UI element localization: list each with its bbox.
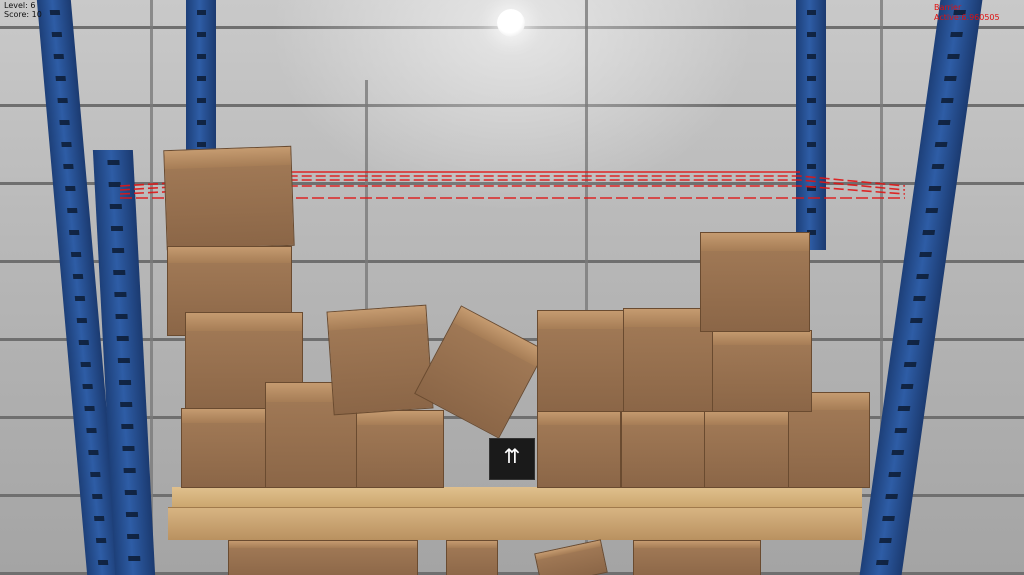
- cardboard-box[interactable]: [704, 410, 790, 488]
- cardboard-box[interactable]: [163, 145, 295, 251]
- shelf-surface: [172, 487, 862, 509]
- cardboard-box[interactable]: [181, 408, 269, 488]
- cardboard-box[interactable]: [356, 410, 444, 488]
- cardboard-box[interactable]: [537, 310, 625, 412]
- cardboard-box[interactable]: [326, 304, 434, 416]
- shelf-edge: [168, 507, 862, 540]
- game-scene: ⇈ Level: 6 Score: 10 Barrier Active:6.96…: [0, 0, 1024, 575]
- cardboard-box[interactable]: [537, 410, 621, 488]
- cardboard-box: [633, 540, 761, 575]
- score-label: Score: 10: [4, 10, 42, 19]
- cardboard-box: [228, 540, 418, 575]
- cardboard-box[interactable]: [621, 410, 707, 488]
- barrier-timer: Barrier Active:6.960505: [934, 3, 1000, 22]
- box-upright-arrows-icon: ⇈: [489, 438, 535, 480]
- cardboard-box: [446, 540, 498, 575]
- cardboard-box[interactable]: [712, 330, 812, 412]
- cardboard-box[interactable]: [700, 232, 810, 332]
